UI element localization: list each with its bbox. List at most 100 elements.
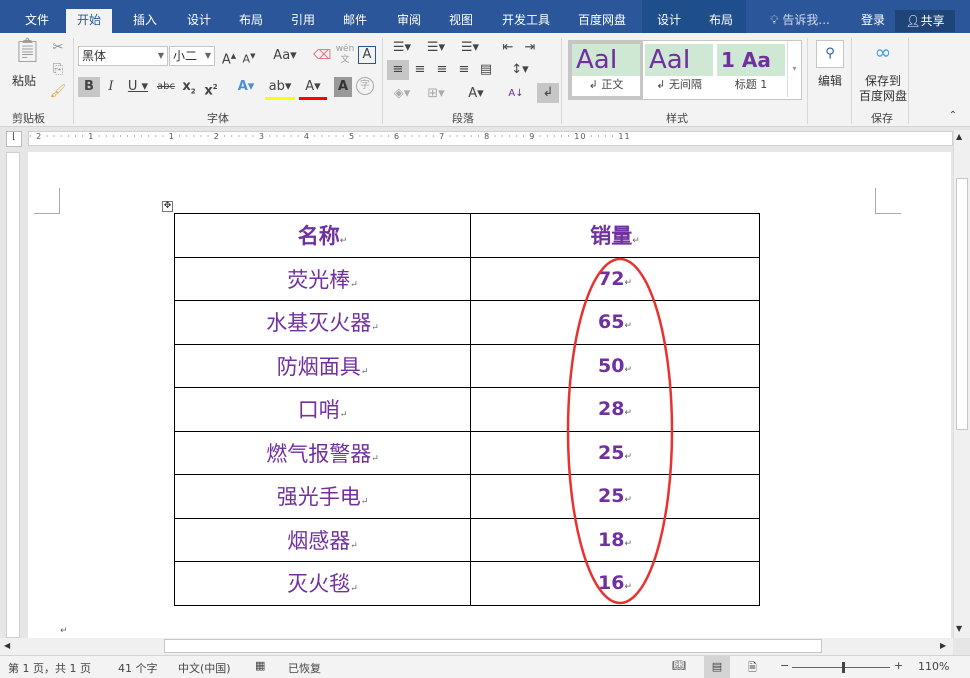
table-cell[interactable]: 72↵ [470,256,760,301]
table-cell[interactable]: 25↵ [470,430,760,475]
vertical-ruler[interactable] [6,152,20,638]
edit-button[interactable]: 编辑 [818,72,842,89]
horizontal-scroll-thumb[interactable] [164,639,822,653]
bold-button[interactable]: B [78,77,100,97]
paste-icon[interactable]: 📋︎ [12,38,42,70]
text-direction-icon[interactable]: A▾ [462,84,490,104]
underline-button[interactable]: U ▾ [124,77,152,97]
font-color-icon[interactable]: A▾ [299,77,327,100]
zoom-slider[interactable] [792,662,890,673]
tell-me-search[interactable]: 💡︎ 告诉我... [760,9,840,33]
shrink-font-icon[interactable]: A▼ [240,46,258,70]
zoom-out-icon[interactable]: − [780,659,789,672]
italic-button[interactable]: I [102,77,120,97]
align-center-icon[interactable]: ≡ [410,60,430,80]
text-effects-icon[interactable]: A▾ [232,77,260,97]
tab-10[interactable]: 百度网盘 [566,9,638,33]
horizontal-scrollbar[interactable]: ◀ ▶ [0,638,953,655]
tab-2[interactable]: 插入 [122,9,168,33]
tab-3[interactable]: 设计 [176,9,222,33]
table-cell[interactable]: 50↵ [470,343,760,388]
tab-11[interactable]: 设计 [646,9,692,33]
table-cell[interactable]: 18↵ [470,517,760,562]
print-layout-icon[interactable]: ▤ [704,656,730,678]
tab-12[interactable]: 布局 [698,9,744,33]
copy-icon[interactable]: ⎘ [48,60,68,80]
style-heading-1[interactable]: 1 Aa 标题 1 [717,44,785,96]
format-painter-icon[interactable]: 🖌︎ [48,82,68,102]
clear-formatting-icon[interactable]: ⌫ [313,46,331,66]
table-cell[interactable]: 强光手电↵ [174,474,471,519]
increase-indent-icon[interactable]: ⇥ [520,38,540,58]
align-left-icon[interactable]: ≡ [387,60,409,80]
character-border-icon[interactable]: A [358,46,376,64]
align-right-icon[interactable]: ≡ [432,60,452,80]
table-cell[interactable]: 16↵ [470,561,760,606]
login-button[interactable]: 登录 [855,9,891,33]
table-move-handle-icon[interactable]: ✥ [162,201,173,212]
gallery-scroll-icon[interactable]: ▾ [787,41,801,97]
table-cell[interactable]: 65↵ [470,300,760,345]
proofing-icon[interactable]: ▦ [255,659,265,672]
character-shading-icon[interactable]: A [334,77,352,97]
horizontal-ruler[interactable]: · 2 · · · · · · 1 · · · · · · · · · · 1 … [28,131,953,146]
table-cell[interactable]: 防烟面具↵ [174,343,471,388]
table-cell[interactable]: 灭火毯↵ [174,561,471,606]
page-count[interactable]: 第 1 页，共 1 页 [8,660,91,676]
font-size-select[interactable]: 小二 ▼ [169,46,215,66]
zoom-in-icon[interactable]: + [894,659,903,672]
vertical-scrollbar[interactable]: ▲ ▼ [953,130,970,638]
share-button[interactable]: 👤︎共享 [895,10,955,32]
tab-1[interactable]: 开始 [66,9,112,33]
tab-7[interactable]: 审阅 [386,9,432,33]
tab-9[interactable]: 开发工具 [490,9,562,33]
highlight-color-icon[interactable]: ab▾ [265,77,295,100]
table-cell[interactable]: 销量↵ [470,213,760,258]
save-to-baidu-button[interactable]: 保存到 百度网盘 [857,74,909,104]
zoom-level[interactable]: 110% [918,660,949,673]
distributed-icon[interactable]: ▤ [476,60,496,80]
justify-icon[interactable]: ≡ [454,60,474,80]
cut-icon[interactable]: ✂ [48,38,68,58]
table-cell[interactable]: 口哨↵ [174,387,471,432]
subscript-button[interactable]: x2 [180,77,198,102]
find-icon[interactable]: ⚲ [816,40,844,68]
tab-selector[interactable]: ⌊ [6,131,22,147]
decrease-indent-icon[interactable]: ⇤ [498,38,518,58]
font-family-select[interactable]: 黑体 ▼ [78,46,168,66]
table-cell[interactable]: 25↵ [470,474,760,519]
table-cell[interactable]: 水基灭火器↵ [174,300,471,345]
table-cell[interactable]: 荧光棒↵ [174,256,471,301]
scroll-right-icon[interactable]: ▶ [940,641,946,650]
enclose-characters-icon[interactable]: 字 [356,77,374,95]
show-marks-icon[interactable]: ↲ [537,83,559,103]
bullets-icon[interactable]: ☰▾ [388,38,416,58]
sort-icon[interactable]: A↓ [506,84,526,104]
read-mode-icon[interactable]: 📖︎ [672,659,686,672]
shading-icon[interactable]: ◈▾ [388,84,416,104]
change-case-icon[interactable]: Aa▾ [270,46,300,66]
borders-icon[interactable]: ⊞▾ [422,84,450,104]
table-cell[interactable]: 名称↵ [174,213,471,258]
tab-6[interactable]: 邮件 [332,9,378,33]
web-layout-icon[interactable]: 🗎︎ [748,659,757,678]
tab-0[interactable]: 文件 [14,9,60,33]
grow-font-icon[interactable]: A▲ [220,46,238,70]
table-cell[interactable]: 燃气报警器↵ [174,430,471,475]
word-count[interactable]: 41 个字 [118,660,158,676]
tab-4[interactable]: 布局 [228,9,274,33]
zoom-slider-thumb[interactable] [842,662,846,673]
scroll-left-icon[interactable]: ◀ [4,641,10,650]
table-cell[interactable]: 28↵ [470,387,760,432]
scroll-down-icon[interactable]: ▼ [956,624,962,633]
vertical-scroll-thumb[interactable] [956,178,968,430]
collapse-ribbon-icon[interactable]: ⌃ [945,106,961,126]
strikethrough-button[interactable]: abc [155,77,177,97]
table-cell[interactable]: 烟感器↵ [174,517,471,562]
style-no-spacing[interactable]: AaI ↲ 无间隔 [645,44,713,96]
language[interactable]: 中文(中国) [178,660,231,676]
scroll-up-icon[interactable]: ▲ [956,132,962,141]
numbering-icon[interactable]: ☰▾ [422,38,450,58]
paste-button[interactable]: 粘贴 [12,72,36,89]
tab-8[interactable]: 视图 [438,9,484,33]
